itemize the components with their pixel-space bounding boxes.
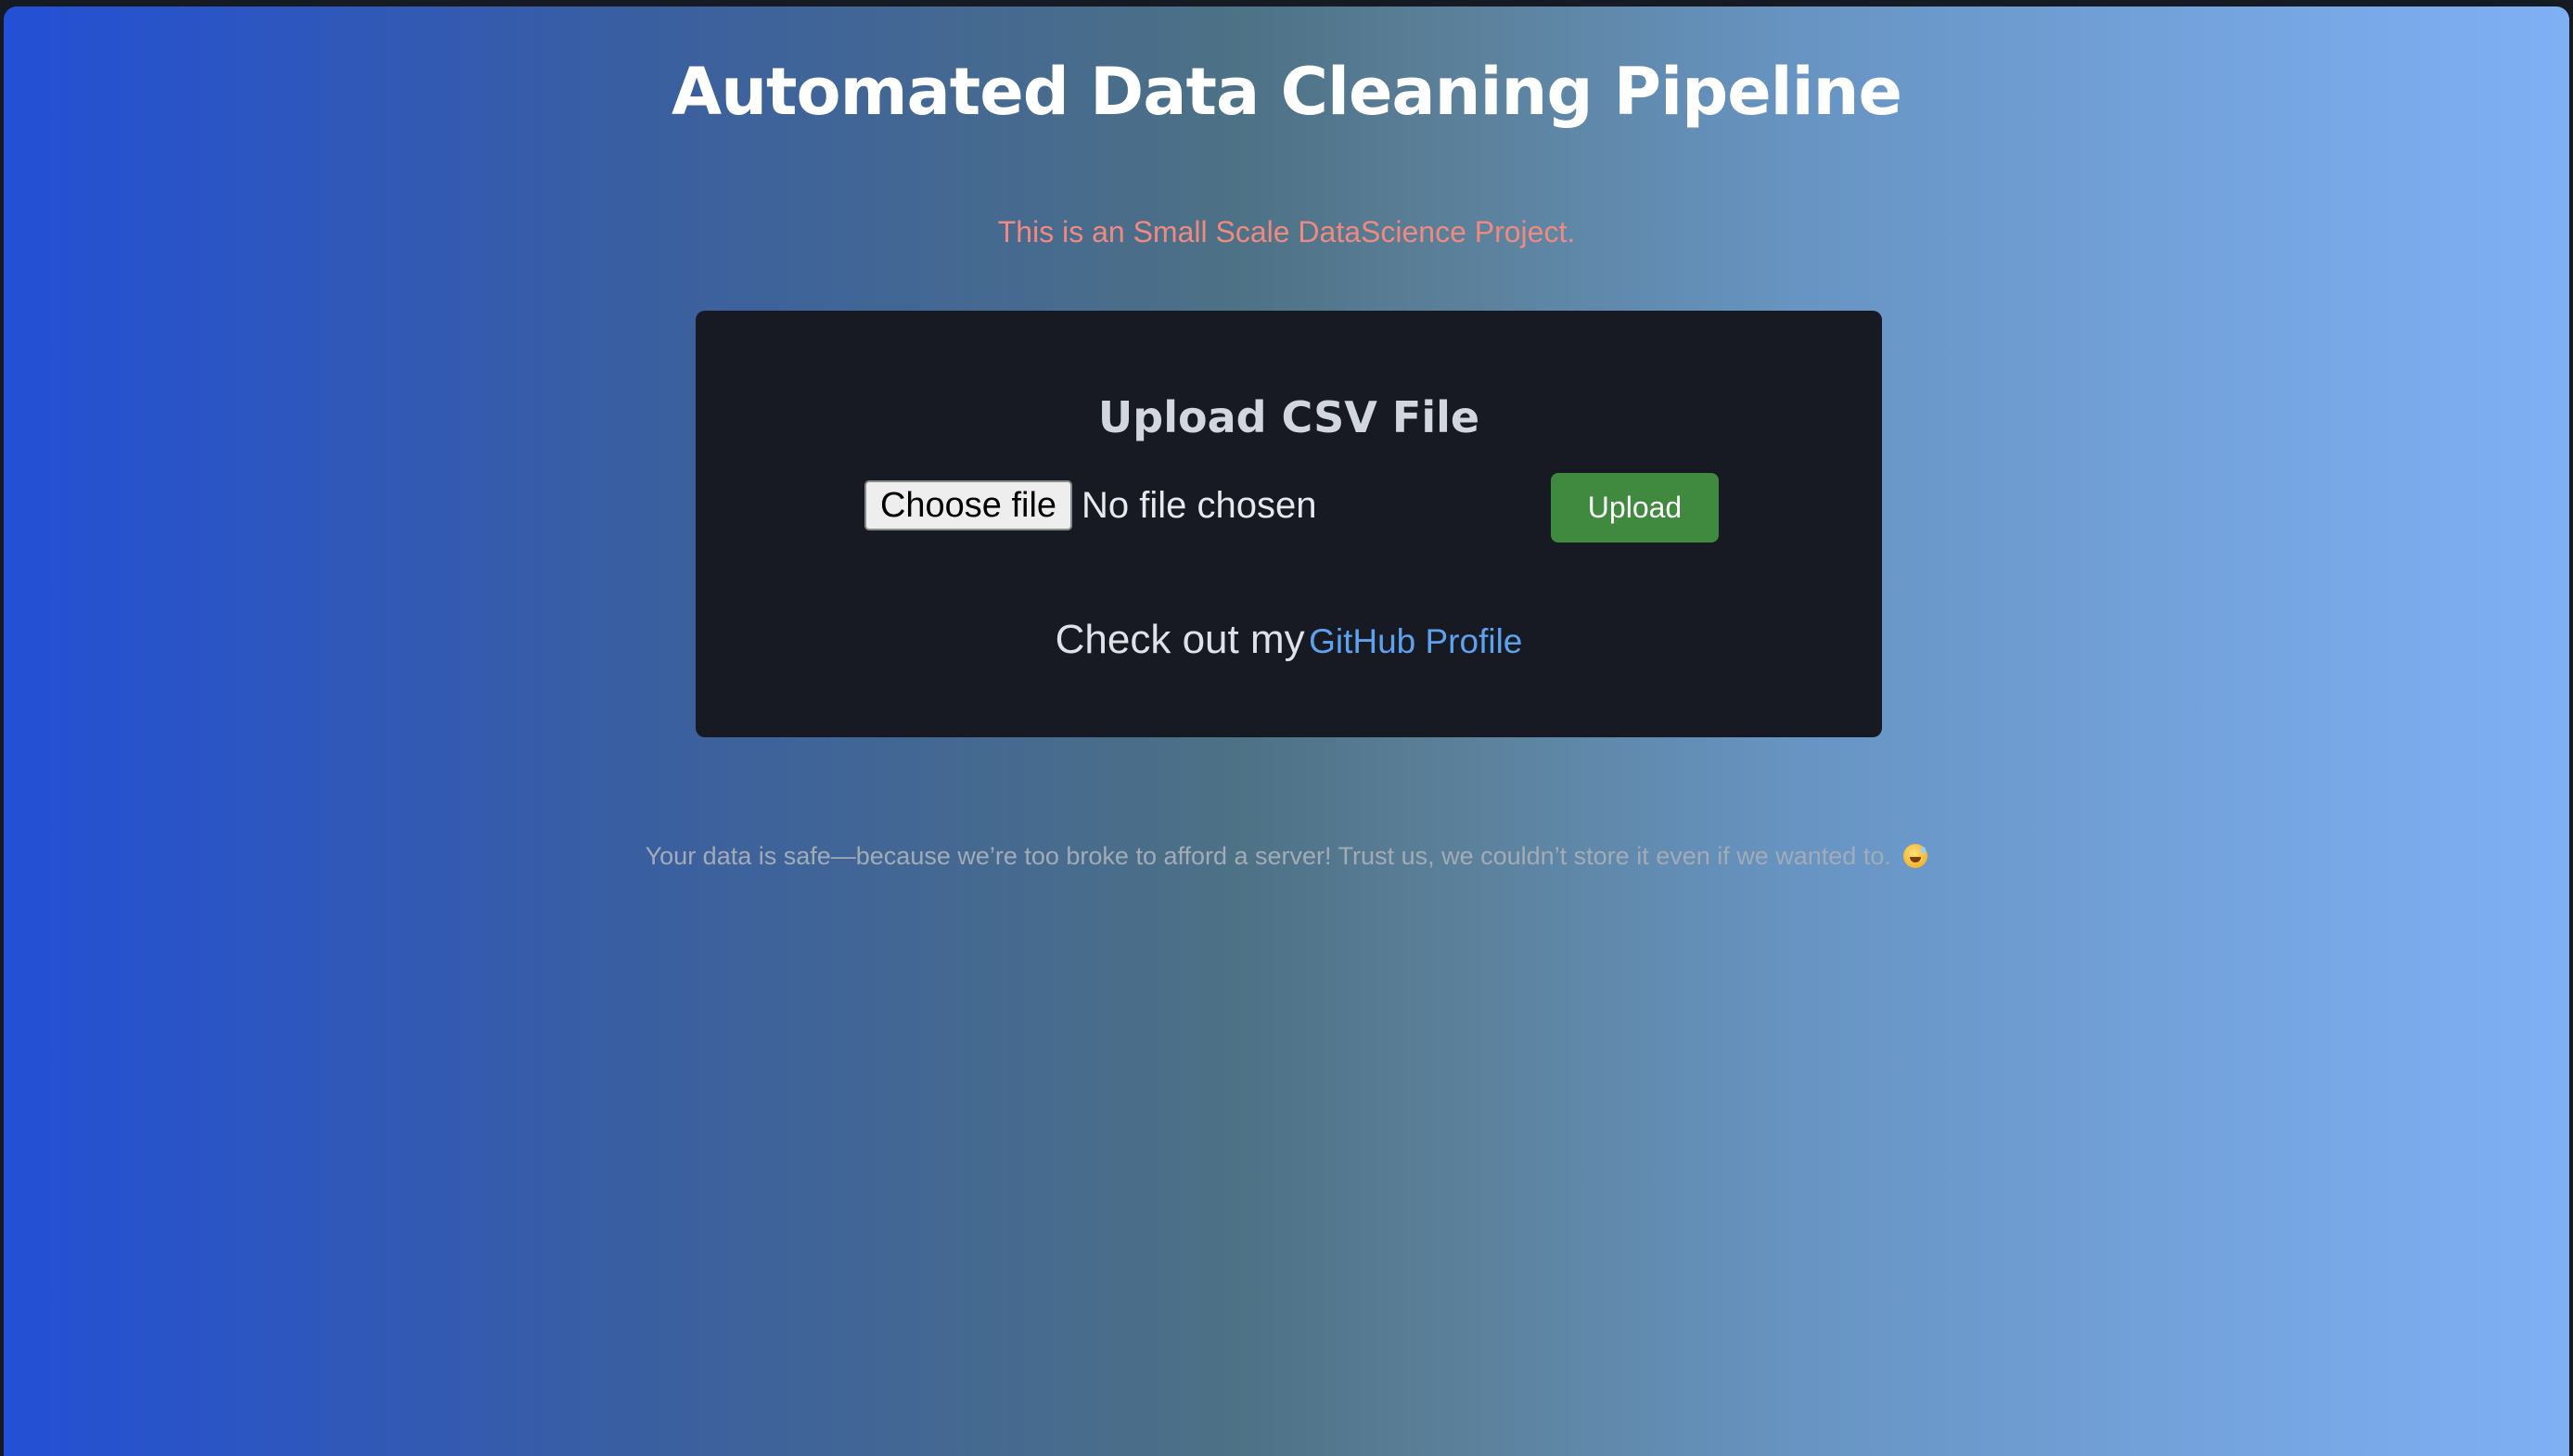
github-prefix: Check out my	[1055, 617, 1305, 662]
window-frame: Automated Data Cleaning Pipeline This is…	[0, 0, 2573, 1456]
upload-card: Upload CSV File Choose file No file chos…	[696, 311, 1882, 737]
footer-text: Your data is safe—because we’re too brok…	[645, 842, 1891, 870]
footer-note: Your data is safe—because we’re too brok…	[4, 837, 2569, 875]
github-line: Check out my GitHub Profile	[696, 612, 1882, 677]
file-input[interactable]: Choose file No file chosen	[864, 479, 1316, 531]
github-profile-link[interactable]: GitHub Profile	[1309, 622, 1522, 660]
upload-card-heading: Upload CSV File	[1097, 392, 1480, 442]
file-status-text: No file chosen	[1082, 484, 1317, 526]
choose-file-button[interactable]: Choose file	[864, 480, 1072, 530]
page-subtitle: This is an Small Scale DataScience Proje…	[997, 215, 1576, 249]
grinning-sweat-emoji-icon	[1903, 844, 1928, 868]
page-background: Automated Data Cleaning Pipeline This is…	[4, 6, 2569, 1456]
page-title: Automated Data Cleaning Pipeline	[672, 54, 1902, 130]
upload-button[interactable]: Upload	[1551, 473, 1719, 543]
